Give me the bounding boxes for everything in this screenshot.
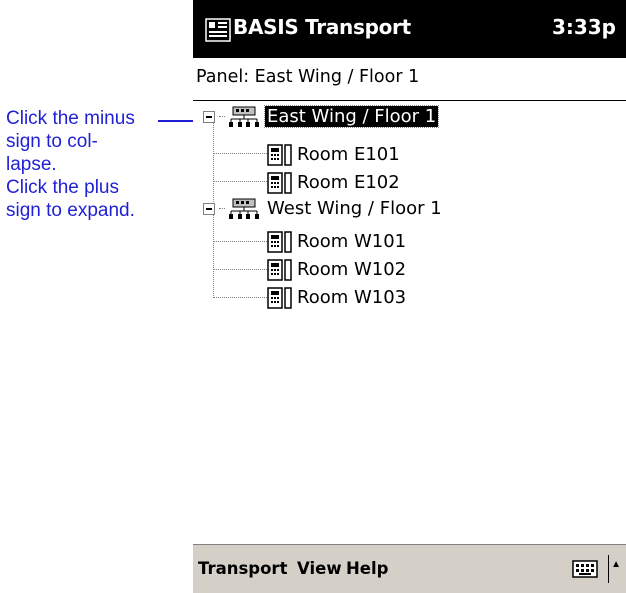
- network-panel-icon: [229, 198, 259, 219]
- tree-node-label[interactable]: Room W102: [297, 259, 406, 280]
- tree-connector: [213, 181, 267, 182]
- panel-header: Panel: East Wing / Floor 1: [193, 58, 626, 101]
- device-screen: BASIS Transport 3:33p Panel: East Wing /…: [193, 0, 626, 593]
- up-arrow-icon[interactable]: ▲: [611, 559, 621, 570]
- network-panel-icon: [229, 106, 259, 127]
- tree-node-room[interactable]: Room W101: [267, 228, 567, 256]
- tree-node-group[interactable]: East Wing / Floor 1: [203, 103, 623, 131]
- tree-node-room[interactable]: Room E102: [267, 169, 567, 197]
- tree-node-room[interactable]: Room W102: [267, 256, 567, 284]
- tree-node-label[interactable]: Room E102: [297, 172, 400, 193]
- panel-label: Panel: East Wing / Floor 1: [196, 67, 420, 87]
- menu-transport[interactable]: Transport: [198, 559, 287, 578]
- callout-line: Click the minus: [6, 108, 135, 129]
- room-device-icon: [267, 172, 292, 194]
- tree-node-room[interactable]: Room W103: [267, 284, 567, 312]
- tree-connector: [213, 214, 214, 298]
- menu-view[interactable]: View: [297, 559, 342, 578]
- menu-help[interactable]: Help: [346, 559, 388, 578]
- callout-line: lapse.: [6, 154, 57, 175]
- tree-node-group[interactable]: West Wing / Floor 1: [203, 195, 623, 223]
- menu-bar: Transport View Help ▲: [193, 544, 626, 593]
- callout-line: sign to expand.: [6, 200, 135, 221]
- tree-connector: [213, 241, 267, 242]
- tree-node-label[interactable]: Room W103: [297, 287, 406, 308]
- minus-box-icon[interactable]: [203, 111, 215, 123]
- tree-view[interactable]: East Wing / Floor 1 Room E101 Room E102: [193, 101, 626, 544]
- tree-connector: [213, 297, 267, 298]
- tree-node-label[interactable]: West Wing / Floor 1: [267, 198, 442, 219]
- tree-connector: [213, 269, 267, 270]
- tree-node-label[interactable]: Room E101: [297, 144, 400, 165]
- app-title: BASIS Transport: [233, 15, 411, 39]
- tree-node-label[interactable]: Room W101: [297, 231, 406, 252]
- callout-line: Click the plus: [6, 177, 119, 198]
- tree-node-room[interactable]: Room E101: [267, 141, 567, 169]
- callout-line: sign to col-: [6, 131, 98, 152]
- keyboard-icon[interactable]: [572, 560, 598, 578]
- app-logo-icon[interactable]: [205, 18, 231, 42]
- callout-annotation: Click the minus sign to col- lapse. Clic…: [6, 107, 186, 222]
- room-device-icon: [267, 231, 292, 253]
- minus-box-icon[interactable]: [203, 203, 215, 215]
- title-bar: BASIS Transport 3:33p: [193, 0, 626, 58]
- tree-node-label[interactable]: East Wing / Floor 1: [263, 105, 440, 128]
- tree-connector: [213, 153, 267, 154]
- room-device-icon: [267, 287, 292, 309]
- clock[interactable]: 3:33p: [552, 15, 616, 39]
- room-device-icon: [267, 259, 292, 281]
- room-device-icon: [267, 144, 292, 166]
- sip-separator: [608, 555, 609, 583]
